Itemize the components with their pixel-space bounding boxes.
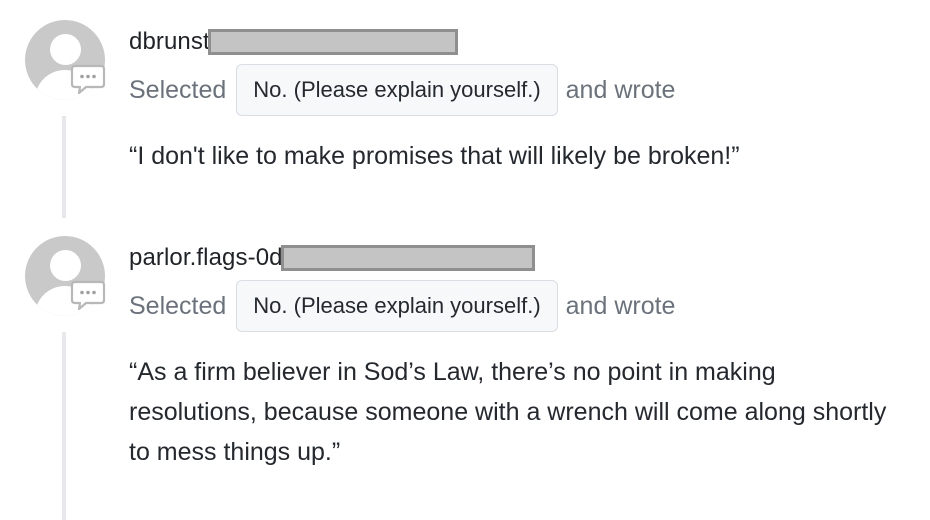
redacted-username-block xyxy=(280,245,535,271)
wrote-label: and wrote xyxy=(565,291,676,320)
comment-bubble-icon xyxy=(70,64,106,95)
selected-label: Selected xyxy=(129,291,227,320)
username-link[interactable]: dbrunst xyxy=(129,28,210,56)
comment-body: “I don't like to make promises that will… xyxy=(129,142,740,170)
selected-choice-badge: No. (Please explain yourself.) xyxy=(236,64,558,116)
comment-bubble-icon xyxy=(70,280,106,311)
redacted-username-block xyxy=(207,29,458,55)
comment-body: “As a firm believer in Sod’s Law, there’… xyxy=(129,358,887,466)
thread-connector xyxy=(62,116,66,218)
selected-label: Selected xyxy=(129,75,227,104)
selected-choice-badge: No. (Please explain yourself.) xyxy=(236,280,558,332)
thread-connector xyxy=(62,332,66,520)
wrote-label: and wrote xyxy=(565,75,676,104)
username-link[interactable]: parlor.flags-0d xyxy=(129,244,283,272)
